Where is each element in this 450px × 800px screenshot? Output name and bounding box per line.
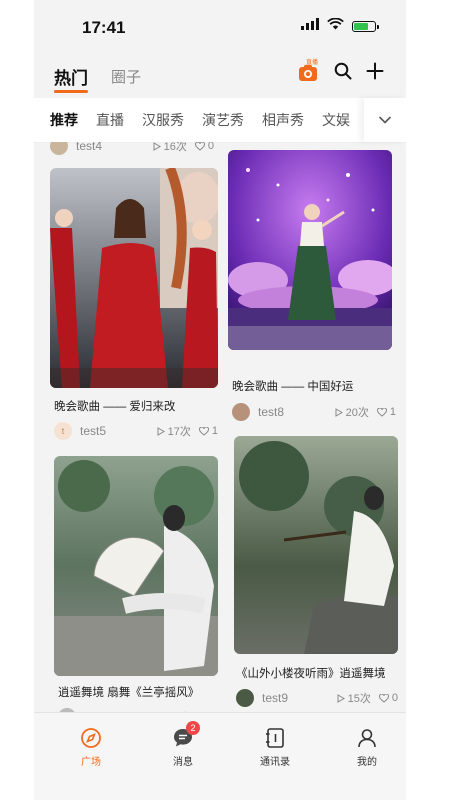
video-title[interactable]: 晚会歌曲 —— 爱归来改 <box>54 398 175 414</box>
play-icon <box>335 407 343 417</box>
video-title[interactable]: 逍遥舞境 扇舞《兰亭摇风》 <box>58 684 199 700</box>
wifi-icon <box>327 17 344 35</box>
top-header: 热门 圈子 直播 <box>34 56 406 98</box>
like-count[interactable]: 0 <box>378 692 398 704</box>
status-time: 17:41 <box>82 18 126 37</box>
video-thumbnail[interactable] <box>50 168 218 388</box>
channel-entertainment[interactable]: 文娱 <box>313 110 359 130</box>
active-tab-indicator <box>54 90 88 93</box>
channel-crosstalk[interactable]: 相声秀 <box>253 110 313 130</box>
like-count[interactable]: 1 <box>198 425 218 437</box>
user-icon <box>358 729 376 748</box>
nav-messages[interactable]: 2 消息 <box>153 721 213 768</box>
card-meta-partial: test4 16次 0 <box>50 142 214 155</box>
header-actions: 直播 <box>298 60 384 85</box>
channel-recommend[interactable]: 推荐 <box>34 110 87 130</box>
nav-label: 通讯录 <box>260 757 290 768</box>
author-name[interactable]: test9 <box>262 691 329 705</box>
like-count-text: 1 <box>389 406 396 418</box>
heart-icon <box>194 142 205 151</box>
channel-hanfu[interactable]: 汉服秀 <box>133 110 193 130</box>
channel-bar: 推荐 直播 汉服秀 演艺秀 相声秀 文娱 体 <box>34 98 406 143</box>
card-meta: t test5 17次 1 <box>54 422 218 440</box>
contacts-book-icon <box>266 728 284 748</box>
nav-label: 广场 <box>81 757 101 768</box>
tab-hot[interactable]: 热门 <box>54 64 88 93</box>
chevron-down-icon <box>379 116 391 124</box>
avatar[interactable]: t <box>54 422 72 440</box>
status-bar: 17:41 <box>34 0 406 56</box>
video-thumbnail[interactable] <box>54 456 218 676</box>
video-thumbnail[interactable] <box>228 150 392 350</box>
add-icon[interactable] <box>366 62 384 85</box>
like-count-text: 1 <box>211 425 218 437</box>
view-count-text: 17次 <box>167 426 191 438</box>
card-meta: test8 20次 1 <box>232 403 396 421</box>
play-icon <box>337 693 345 703</box>
view-count-text: 15次 <box>347 693 371 705</box>
channel-expand-button[interactable] <box>364 98 406 142</box>
channel-performance[interactable]: 演艺秀 <box>193 110 253 130</box>
view-count-text: 16次 <box>163 142 187 153</box>
view-count: 20次 <box>335 404 369 420</box>
like-count-text: 0 <box>391 692 398 704</box>
view-count: 16次 <box>153 142 187 154</box>
view-count-text: 20次 <box>345 407 369 419</box>
card-meta: test9 15次 0 <box>236 689 398 707</box>
tab-circle[interactable]: 圈子 <box>111 66 141 87</box>
channel-live[interactable]: 直播 <box>87 110 133 130</box>
heart-icon <box>378 693 389 703</box>
tab-hot-label: 热门 <box>54 69 88 88</box>
nav-square[interactable]: 广场 <box>61 727 121 768</box>
avatar[interactable] <box>232 403 250 421</box>
nav-contacts[interactable]: 通讯录 <box>245 727 305 768</box>
nav-label: 消息 <box>173 757 193 768</box>
play-icon <box>157 426 165 436</box>
video-feed: test4 16次 0 晚会歌曲 —— 爱归来改 t test5 17次 1 晚… <box>34 142 406 712</box>
avatar[interactable] <box>236 689 254 707</box>
status-icons <box>301 17 379 35</box>
bottom-nav: 广场 2 消息 通讯录 我的 <box>34 712 406 800</box>
nav-label: 我的 <box>357 757 377 768</box>
live-badge: 直播 <box>306 59 319 66</box>
signal-icon <box>301 17 319 35</box>
author-name[interactable]: test4 <box>76 142 145 153</box>
video-title[interactable]: 晚会歌曲 —— 中国好运 <box>232 378 353 394</box>
unread-badge: 2 <box>186 721 200 735</box>
video-thumbnail[interactable] <box>234 436 398 654</box>
author-name[interactable]: test8 <box>258 405 327 419</box>
channel-list: 推荐 直播 汉服秀 演艺秀 相声秀 文娱 体 <box>34 98 364 142</box>
camera-icon <box>299 64 317 81</box>
view-count: 15次 <box>337 690 371 706</box>
heart-icon <box>198 426 209 436</box>
like-count-text: 0 <box>207 142 214 152</box>
compass-icon <box>81 728 101 748</box>
phone-screen: 17:41 热门 圈子 直播 推荐 直播 汉服秀 演艺秀 相声秀 文娱 test… <box>34 0 406 800</box>
author-name[interactable]: test5 <box>80 424 149 438</box>
heart-icon <box>376 407 387 417</box>
avatar[interactable] <box>50 142 68 155</box>
play-icon <box>153 142 161 151</box>
video-title[interactable]: 《山外小楼夜听雨》逍遥舞境 <box>236 665 386 681</box>
battery-icon <box>352 20 379 32</box>
like-count[interactable]: 1 <box>376 406 396 418</box>
search-icon[interactable] <box>334 62 352 85</box>
live-camera-button[interactable]: 直播 <box>298 60 320 85</box>
like-count[interactable]: 0 <box>194 142 214 152</box>
view-count: 17次 <box>157 423 191 439</box>
nav-profile[interactable]: 我的 <box>337 727 397 768</box>
